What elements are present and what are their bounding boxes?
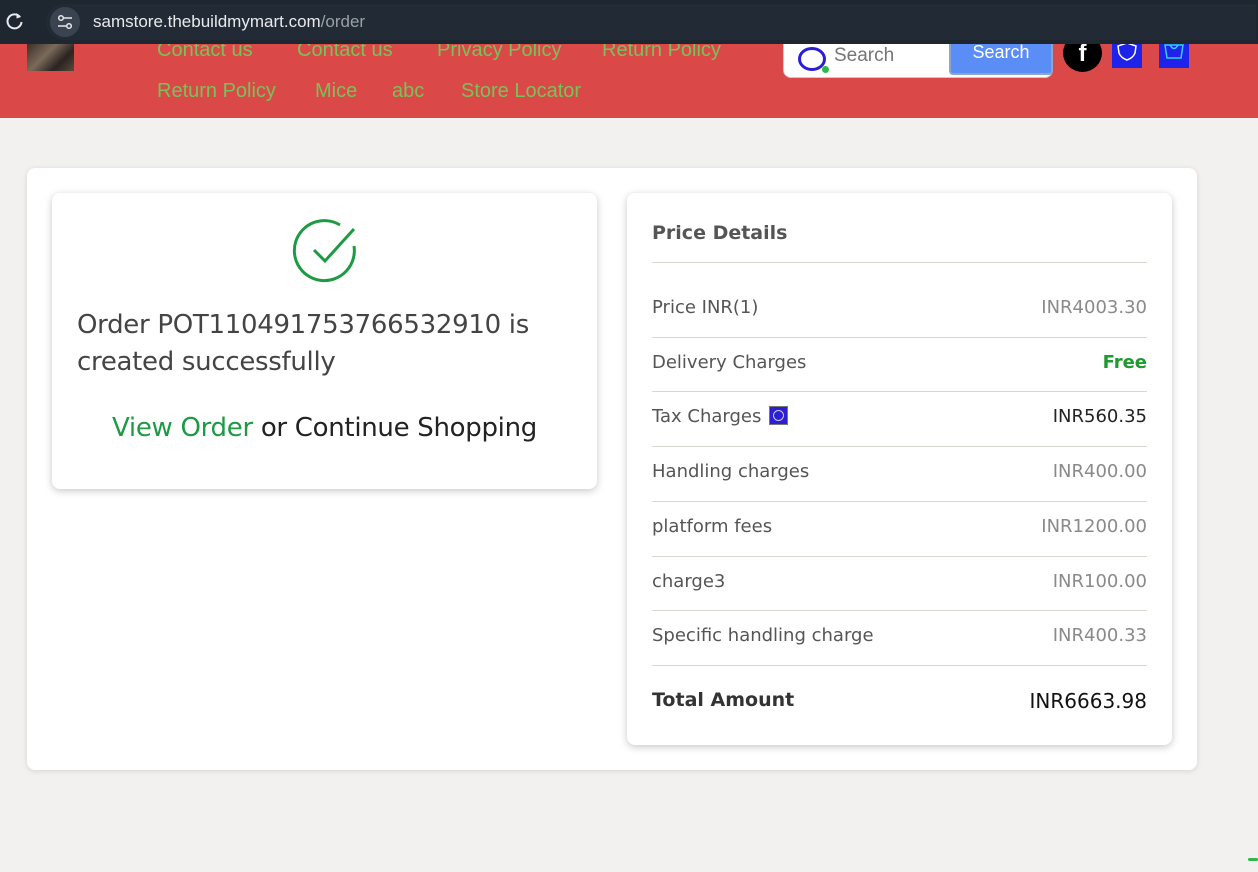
price-details-card: Price Details Price INR(1) INR4003.30 De…: [627, 193, 1172, 745]
search-button[interactable]: Search: [949, 44, 1053, 75]
url-host: samstore.thebuildmymart.com: [93, 12, 321, 31]
price-row-label: Price INR(1): [652, 297, 759, 318]
total-amount-label: Total Amount: [652, 689, 795, 711]
success-check-icon: [292, 216, 358, 286]
order-actions: View Order or Continue Shopping: [52, 413, 597, 443]
platform-fees-value: INR1200.00: [1041, 516, 1147, 537]
nav-link-return-policy-2[interactable]: Return Policy: [157, 80, 276, 103]
divider: [652, 262, 1147, 263]
divider: [652, 556, 1147, 557]
facebook-icon[interactable]: f: [1063, 44, 1102, 72]
delivery-charges-value: Free: [1102, 352, 1147, 373]
shield-icon[interactable]: [1112, 44, 1142, 68]
address-bar[interactable]: samstore.thebuildmymart.com/order: [46, 4, 1256, 40]
divider: [652, 665, 1147, 666]
or-text: or: [252, 413, 295, 443]
site-header: Contact us Contact us Privacy Policy Ret…: [0, 44, 1258, 118]
info-icon[interactable]: [769, 406, 789, 425]
price-row-value: INR4003.30: [1041, 297, 1147, 318]
url-path: /order: [320, 12, 366, 31]
browser-toolbar: samstore.thebuildmymart.com/order: [0, 0, 1258, 44]
specific-handling-label: Specific handling charge: [652, 625, 874, 646]
search-input[interactable]: [834, 44, 944, 69]
divider: [652, 446, 1147, 447]
handling-charges-value: INR400.00: [1052, 461, 1147, 482]
tax-charges-label: Tax Charges: [652, 406, 762, 427]
charge3-value: INR100.00: [1052, 571, 1147, 592]
specific-handling-value: INR400.33: [1052, 625, 1147, 646]
nav-link-contact-us-2[interactable]: Contact us: [297, 44, 393, 62]
store-logo[interactable]: [27, 44, 74, 71]
tax-charges-value: INR560.35: [1052, 406, 1147, 427]
nav-link-contact-us[interactable]: Contact us: [157, 44, 253, 62]
nav-link-store-locator[interactable]: Store Locator: [461, 80, 581, 103]
order-confirmation-card: Order POT110491753766532910 is created s…: [52, 193, 597, 489]
nav-link-privacy-policy[interactable]: Privacy Policy: [437, 44, 561, 62]
continue-shopping-link[interactable]: Continue Shopping: [295, 413, 537, 443]
charge3-label: charge3: [652, 571, 726, 592]
delivery-charges-label: Delivery Charges: [652, 352, 807, 373]
nav-link-return-policy[interactable]: Return Policy: [602, 44, 721, 62]
divider: [652, 337, 1147, 338]
total-amount-value: INR6663.98: [1029, 689, 1147, 713]
search-icon: [798, 47, 829, 73]
handling-charges-label: Handling charges: [652, 461, 810, 482]
divider: [652, 391, 1147, 392]
platform-fees-label: platform fees: [652, 516, 773, 537]
cart-icon[interactable]: [1159, 44, 1189, 68]
scroll-indicator: [1248, 858, 1258, 861]
order-success-message: Order POT110491753766532910 is created s…: [77, 310, 529, 377]
tax-charges-row: Tax Charges: [652, 406, 789, 427]
site-settings-icon[interactable]: [50, 7, 80, 37]
divider: [652, 501, 1147, 502]
divider: [652, 610, 1147, 611]
price-details-title: Price Details: [652, 222, 788, 244]
view-order-link[interactable]: View Order: [112, 413, 253, 443]
url-text[interactable]: samstore.thebuildmymart.com/order: [93, 12, 365, 32]
nav-link-mice[interactable]: Mice: [315, 80, 357, 103]
nav-link-abc[interactable]: abc: [392, 80, 424, 103]
reload-icon[interactable]: [4, 10, 26, 32]
